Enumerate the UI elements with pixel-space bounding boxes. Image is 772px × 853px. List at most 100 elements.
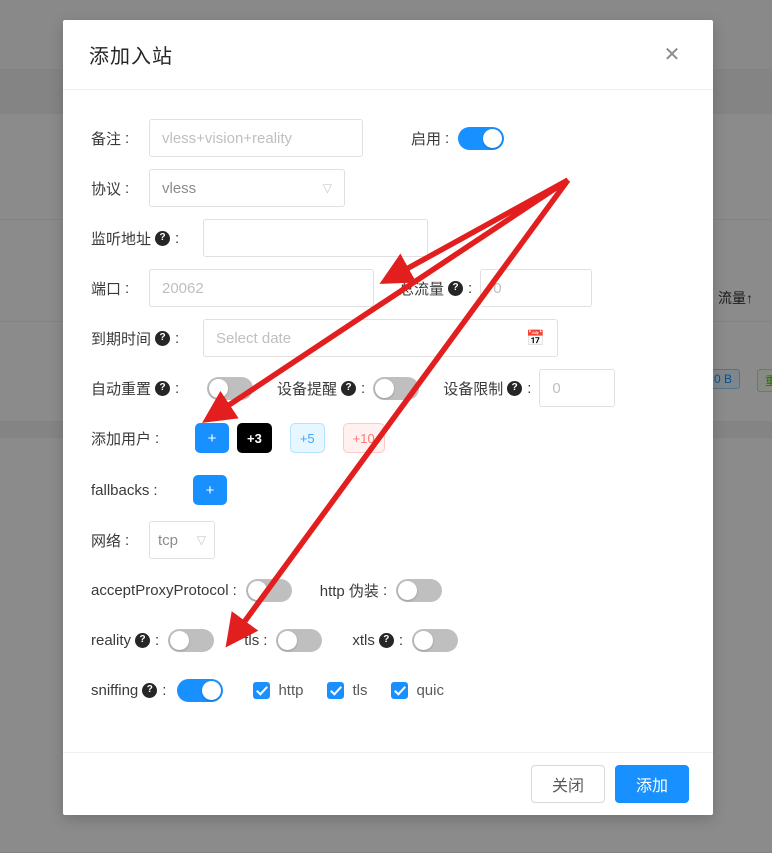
http-disguise-label-text: http 伪装 [319, 582, 379, 600]
close-icon[interactable]: ✕ [657, 40, 687, 70]
network-select-value: tcp [158, 531, 179, 549]
row-expire-time: 到期时间 ?: Select date 📅 [91, 318, 685, 358]
row-add-user: 添加用户: + +3 +5 +10 [91, 418, 685, 458]
sniffing-quic-label: quic [416, 681, 444, 699]
sniffing-quic-checkbox[interactable]: quic [391, 681, 444, 699]
switch-knob [483, 128, 503, 148]
protocol-select[interactable]: vless ▽ [149, 169, 345, 207]
total-traffic-label-text: 总流量 [399, 280, 445, 298]
network-select[interactable]: tcp ▽ [149, 521, 215, 559]
help-icon[interactable]: ? [135, 632, 151, 648]
sniffing-tls-label: tls [352, 681, 368, 699]
enable-switch[interactable] [458, 126, 505, 150]
sniffing-label: sniffing ?: [91, 682, 166, 699]
dialog-header: 添加入站 ✕ [63, 20, 713, 90]
add-user-button[interactable]: + [195, 423, 229, 453]
switch-knob [247, 580, 267, 600]
help-icon[interactable]: ? [341, 380, 357, 396]
listen-address-input[interactable] [203, 219, 428, 257]
help-icon[interactable]: ? [378, 632, 394, 648]
sniffing-http-checkbox[interactable]: http [253, 681, 304, 699]
help-icon[interactable]: ? [155, 330, 171, 346]
network-label-text: 网络 [91, 532, 122, 550]
calendar-icon[interactable]: 📅 [526, 329, 545, 347]
colon: : [382, 581, 388, 599]
colon: : [125, 279, 130, 297]
help-icon[interactable]: ? [448, 280, 464, 296]
device-alert-switch[interactable] [373, 376, 420, 400]
port-label-text: 端口 [91, 280, 122, 298]
colon: : [361, 379, 366, 397]
help-icon[interactable]: ? [155, 380, 171, 396]
accept-proxy-protocol-label-text: acceptProxyProtocol [91, 581, 229, 599]
add-user-label: 添加用户: [91, 428, 191, 449]
listen-address-label-text: 监听地址 [91, 230, 152, 248]
colon: : [125, 179, 130, 197]
sniffing-switch[interactable] [177, 678, 224, 702]
help-icon[interactable]: ? [507, 380, 523, 396]
row-protocol: 协议: vless ▽ [91, 168, 685, 208]
port-label: 端口: [91, 278, 149, 299]
colon: : [155, 631, 160, 649]
device-limit-input[interactable]: 0 [539, 369, 616, 407]
switch-knob [375, 378, 395, 398]
protocol-label: 协议: [91, 178, 149, 199]
expire-time-placeholder: Select date [216, 329, 292, 347]
remark-input[interactable]: vless+vision+reality [149, 119, 363, 157]
sniffing-http-label: http [278, 681, 304, 699]
fallbacks-label: fallbacks: [91, 482, 191, 499]
switch-knob [170, 630, 190, 650]
enable-label: 启用: [411, 128, 449, 149]
row-listen-address: 监听地址 ?: [91, 218, 685, 258]
colon: : [175, 229, 180, 247]
sniffing-tls-checkbox[interactable]: tls [327, 681, 368, 699]
tls-label-text: tls [244, 631, 260, 649]
colon: : [153, 481, 158, 499]
xtls-switch[interactable] [412, 628, 459, 652]
auto-reset-switch[interactable] [207, 376, 253, 400]
colon: : [445, 129, 450, 147]
expire-time-input[interactable]: Select date 📅 [203, 319, 558, 357]
row-proxyprotocol-httpdisguise: acceptProxyProtocol: http 伪装: [91, 570, 685, 610]
add-user-plus10-button[interactable]: +10 [342, 423, 385, 453]
add-fallback-button[interactable]: + [193, 475, 227, 505]
total-traffic-input[interactable]: 0 [480, 269, 593, 307]
row-remark-enable: 备注: vless+vision+reality 启用: [91, 118, 685, 158]
dialog-footer: 关闭 添加 [63, 752, 713, 815]
submit-add-button[interactable]: 添加 [614, 765, 689, 803]
tls-label: tls: [244, 632, 267, 649]
switch-knob [202, 680, 222, 700]
reality-label-text: reality [91, 631, 132, 649]
help-icon[interactable]: ? [155, 230, 171, 246]
http-disguise-label: http 伪装: [320, 580, 387, 601]
row-reset-alert-limit: 自动重置 ?: 设备提醒 ?: 设备限制 ?: 0 [91, 368, 685, 408]
checkbox-icon [391, 681, 409, 699]
enable-label-text: 启用 [411, 130, 442, 148]
http-disguise-switch[interactable] [396, 578, 443, 602]
colon: : [527, 379, 532, 397]
colon: : [162, 681, 167, 699]
colon: : [263, 631, 268, 649]
remark-label-text: 备注 [91, 130, 122, 148]
row-network: 网络: tcp ▽ [91, 520, 685, 560]
switch-knob [278, 630, 298, 650]
reality-switch[interactable] [168, 628, 215, 652]
accept-proxy-protocol-switch[interactable] [245, 578, 292, 602]
add-user-plus5-button[interactable]: +5 [289, 423, 325, 453]
switch-knob [398, 580, 418, 600]
switch-knob [414, 630, 434, 650]
dialog-body: 备注: vless+vision+reality 启用: 协议: vless ▽… [63, 90, 713, 752]
add-user-plus3-button[interactable]: +3 [237, 423, 272, 453]
chevron-down-icon: ▽ [196, 533, 206, 547]
row-port-traffic: 端口: 20062 总流量 ?: 0 [91, 268, 685, 308]
auto-reset-label-text: 自动重置 [91, 380, 152, 398]
close-button[interactable]: 关闭 [530, 765, 605, 803]
network-label: 网络: [91, 530, 149, 551]
tls-switch[interactable] [276, 628, 323, 652]
colon: : [468, 279, 473, 297]
help-icon[interactable]: ? [142, 682, 158, 698]
colon: : [175, 379, 180, 397]
colon: : [398, 631, 404, 649]
remark-label: 备注: [91, 128, 149, 149]
port-input[interactable]: 20062 [149, 269, 374, 307]
